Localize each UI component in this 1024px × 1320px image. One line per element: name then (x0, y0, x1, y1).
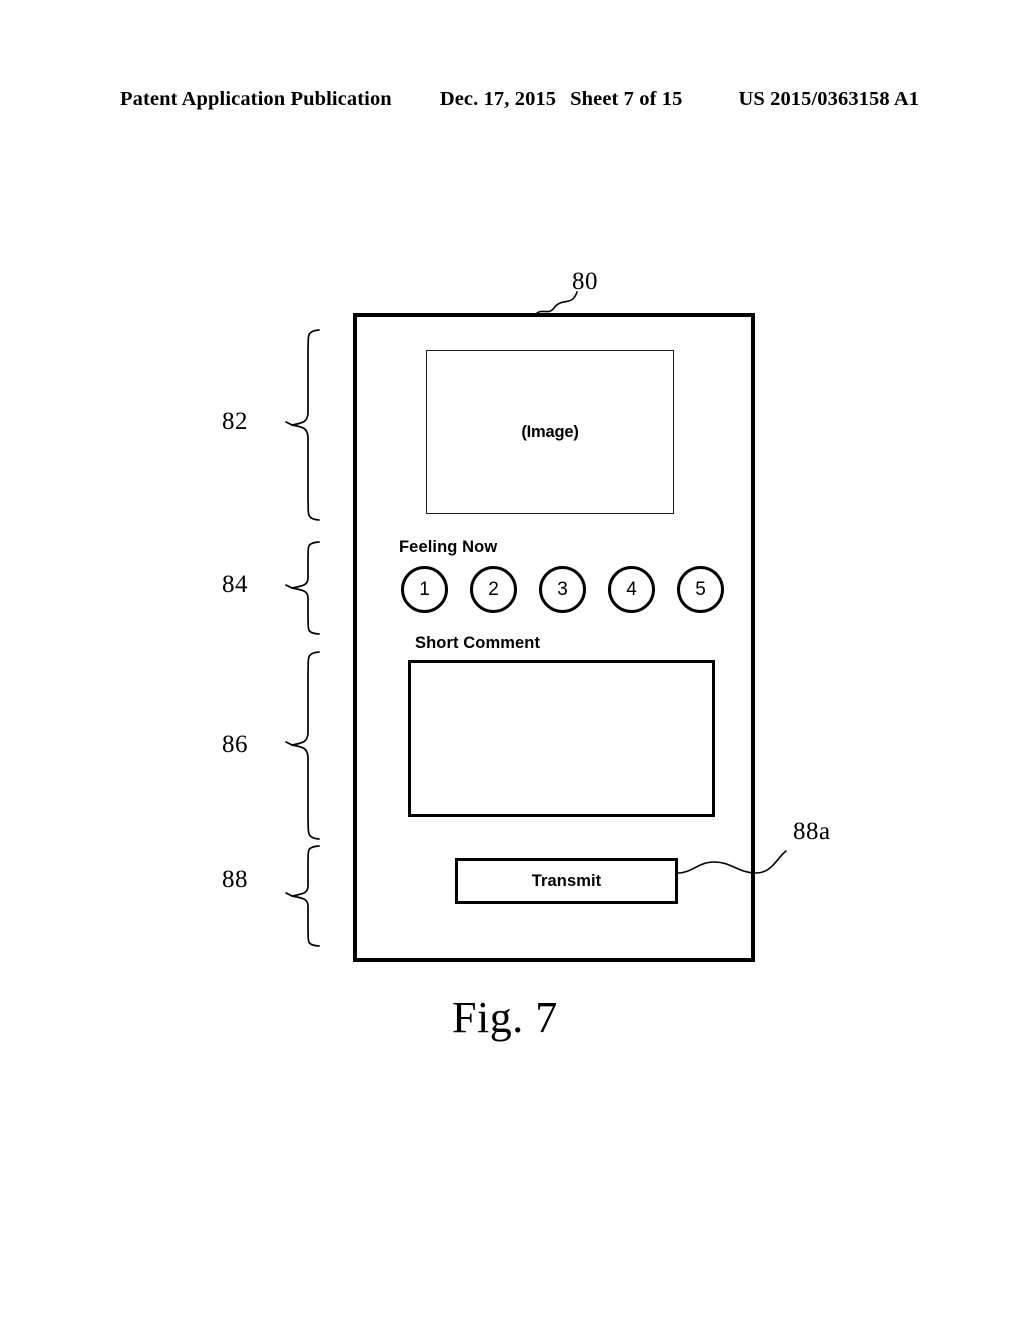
image-placeholder-label: (Image) (521, 422, 579, 441)
feeling-option-3[interactable]: 3 (539, 566, 586, 613)
feeling-option-1-label: 1 (419, 578, 430, 600)
reference-numeral-88a: 88a (793, 818, 831, 845)
publication-header: Patent Application Publication Dec. 17, … (120, 88, 919, 114)
feeling-option-4-label: 4 (626, 578, 637, 600)
transmit-button[interactable]: Transmit (455, 858, 678, 904)
brace-84 (285, 541, 320, 635)
feeling-option-1[interactable]: 1 (401, 566, 448, 613)
leader-line-88a (677, 850, 787, 874)
feeling-option-2-label: 2 (488, 578, 499, 600)
reference-numeral-82: 82 (222, 408, 248, 435)
feeling-now-label: Feeling Now (399, 538, 498, 556)
reference-numeral-86: 86 (222, 731, 248, 758)
brace-86 (285, 651, 320, 840)
feeling-option-4[interactable]: 4 (608, 566, 655, 613)
header-sheet-text: Sheet 7 of 15 (570, 88, 683, 110)
reference-numeral-84: 84 (222, 571, 248, 598)
figure-caption: Fig. 7 (452, 993, 558, 1042)
image-display-area[interactable]: (Image) (426, 350, 674, 514)
header-patent-number: US 2015/0363158 A1 (738, 88, 920, 110)
transmit-button-label: Transmit (531, 871, 602, 890)
short-comment-input[interactable] (408, 660, 715, 817)
header-publication-text: Patent Application Publication (120, 88, 392, 110)
feeling-option-5[interactable]: 5 (677, 566, 724, 613)
short-comment-label: Short Comment (415, 634, 541, 652)
reference-numeral-88: 88 (222, 866, 248, 893)
feeling-option-2[interactable]: 2 (470, 566, 517, 613)
header-date-text: Dec. 17, 2015 (439, 88, 557, 110)
feeling-option-3-label: 3 (557, 578, 568, 600)
brace-82 (285, 329, 320, 521)
brace-88 (285, 845, 320, 947)
feeling-option-5-label: 5 (695, 578, 706, 600)
feeling-rating-group: 1 2 3 4 5 (401, 566, 724, 616)
